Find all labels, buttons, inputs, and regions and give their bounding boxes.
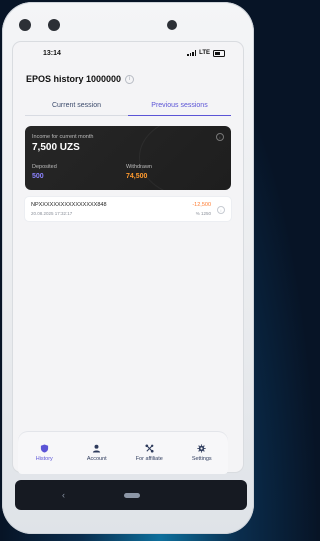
session-tabs: Current session Previous sessions <box>25 102 231 116</box>
network-label: LTE <box>199 50 210 56</box>
front-camera-icon <box>19 19 31 31</box>
income-label: Income for current month <box>32 134 94 140</box>
transaction-row[interactable]: NPXXXXXXXXXXXXXXXX848 20.08.2025 17:32:1… <box>25 197 231 221</box>
page-header: EPOS history 1000000 i <box>13 64 243 84</box>
nav-item-history[interactable]: History <box>18 432 71 474</box>
income-summary-card: Income for current month 7,500 UZS i Dep… <box>25 126 231 190</box>
app-screen: 13:14 LTE EPOS history 1000000 i Current… <box>13 42 243 472</box>
nav-item-account[interactable]: Account <box>71 432 124 474</box>
speaker-icon <box>167 20 177 30</box>
page-title: EPOS history 1000000 <box>26 74 122 84</box>
nav-item-affiliate[interactable]: For affiliate <box>123 432 176 474</box>
nav-label-settings: Settings <box>191 456 212 462</box>
phone-frame: 13:14 LTE EPOS history 1000000 i Current… <box>2 2 254 534</box>
info-icon[interactable]: i <box>125 74 135 84</box>
withdrawn-value: 74,500 <box>126 173 148 180</box>
sensor-icon <box>48 19 60 31</box>
status-time: 13:14 <box>43 49 61 57</box>
back-icon[interactable]: ‹ <box>62 491 65 500</box>
nav-label-affiliate: For affiliate <box>135 456 163 462</box>
bottom-navigation: History Account For affiliate Settings <box>18 432 228 474</box>
status-bar: 13:14 LTE <box>13 42 243 64</box>
transaction-id: NPXXXXXXXXXXXXXXXX848 <box>31 202 107 208</box>
tab-current-session[interactable]: Current session <box>25 102 128 115</box>
nav-label-account: Account <box>86 456 107 462</box>
transaction-info-icon[interactable]: i <box>217 206 225 214</box>
signal-icon <box>187 50 197 56</box>
nav-label-history: History <box>35 456 53 462</box>
withdrawn-label: Withdrawn <box>126 164 152 170</box>
deposited-label: Deposited <box>32 164 57 170</box>
income-value: 7,500 UZS <box>32 142 80 153</box>
card-info-icon[interactable]: i <box>216 133 224 141</box>
tab-previous-sessions[interactable]: Previous sessions <box>128 102 231 116</box>
transaction-fee: % 1250 <box>195 211 211 216</box>
user-icon <box>93 444 101 453</box>
deposited-value: 500 <box>32 173 44 180</box>
gear-icon <box>197 444 206 453</box>
transaction-amount: -12,500 <box>192 202 211 208</box>
transaction-datetime: 20.08.2025 17:32:17 <box>31 211 73 216</box>
shield-icon <box>40 444 48 453</box>
nav-item-settings[interactable]: Settings <box>176 432 229 474</box>
share-icon <box>145 444 154 453</box>
home-button[interactable] <box>124 493 140 498</box>
status-indicators: LTE <box>187 49 225 57</box>
battery-icon <box>213 49 225 57</box>
